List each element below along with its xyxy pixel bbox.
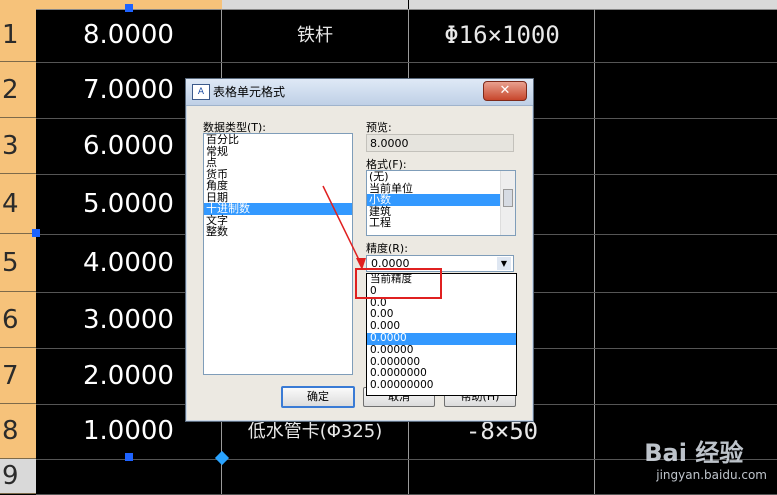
watermark-url: jingyan.baidu.com bbox=[656, 468, 767, 482]
watermark: Bai 经验 jingyan.baidu.com bbox=[644, 433, 767, 482]
annotation-arrow bbox=[322, 185, 366, 270]
watermark-logo: Bai 经验 bbox=[644, 439, 744, 467]
